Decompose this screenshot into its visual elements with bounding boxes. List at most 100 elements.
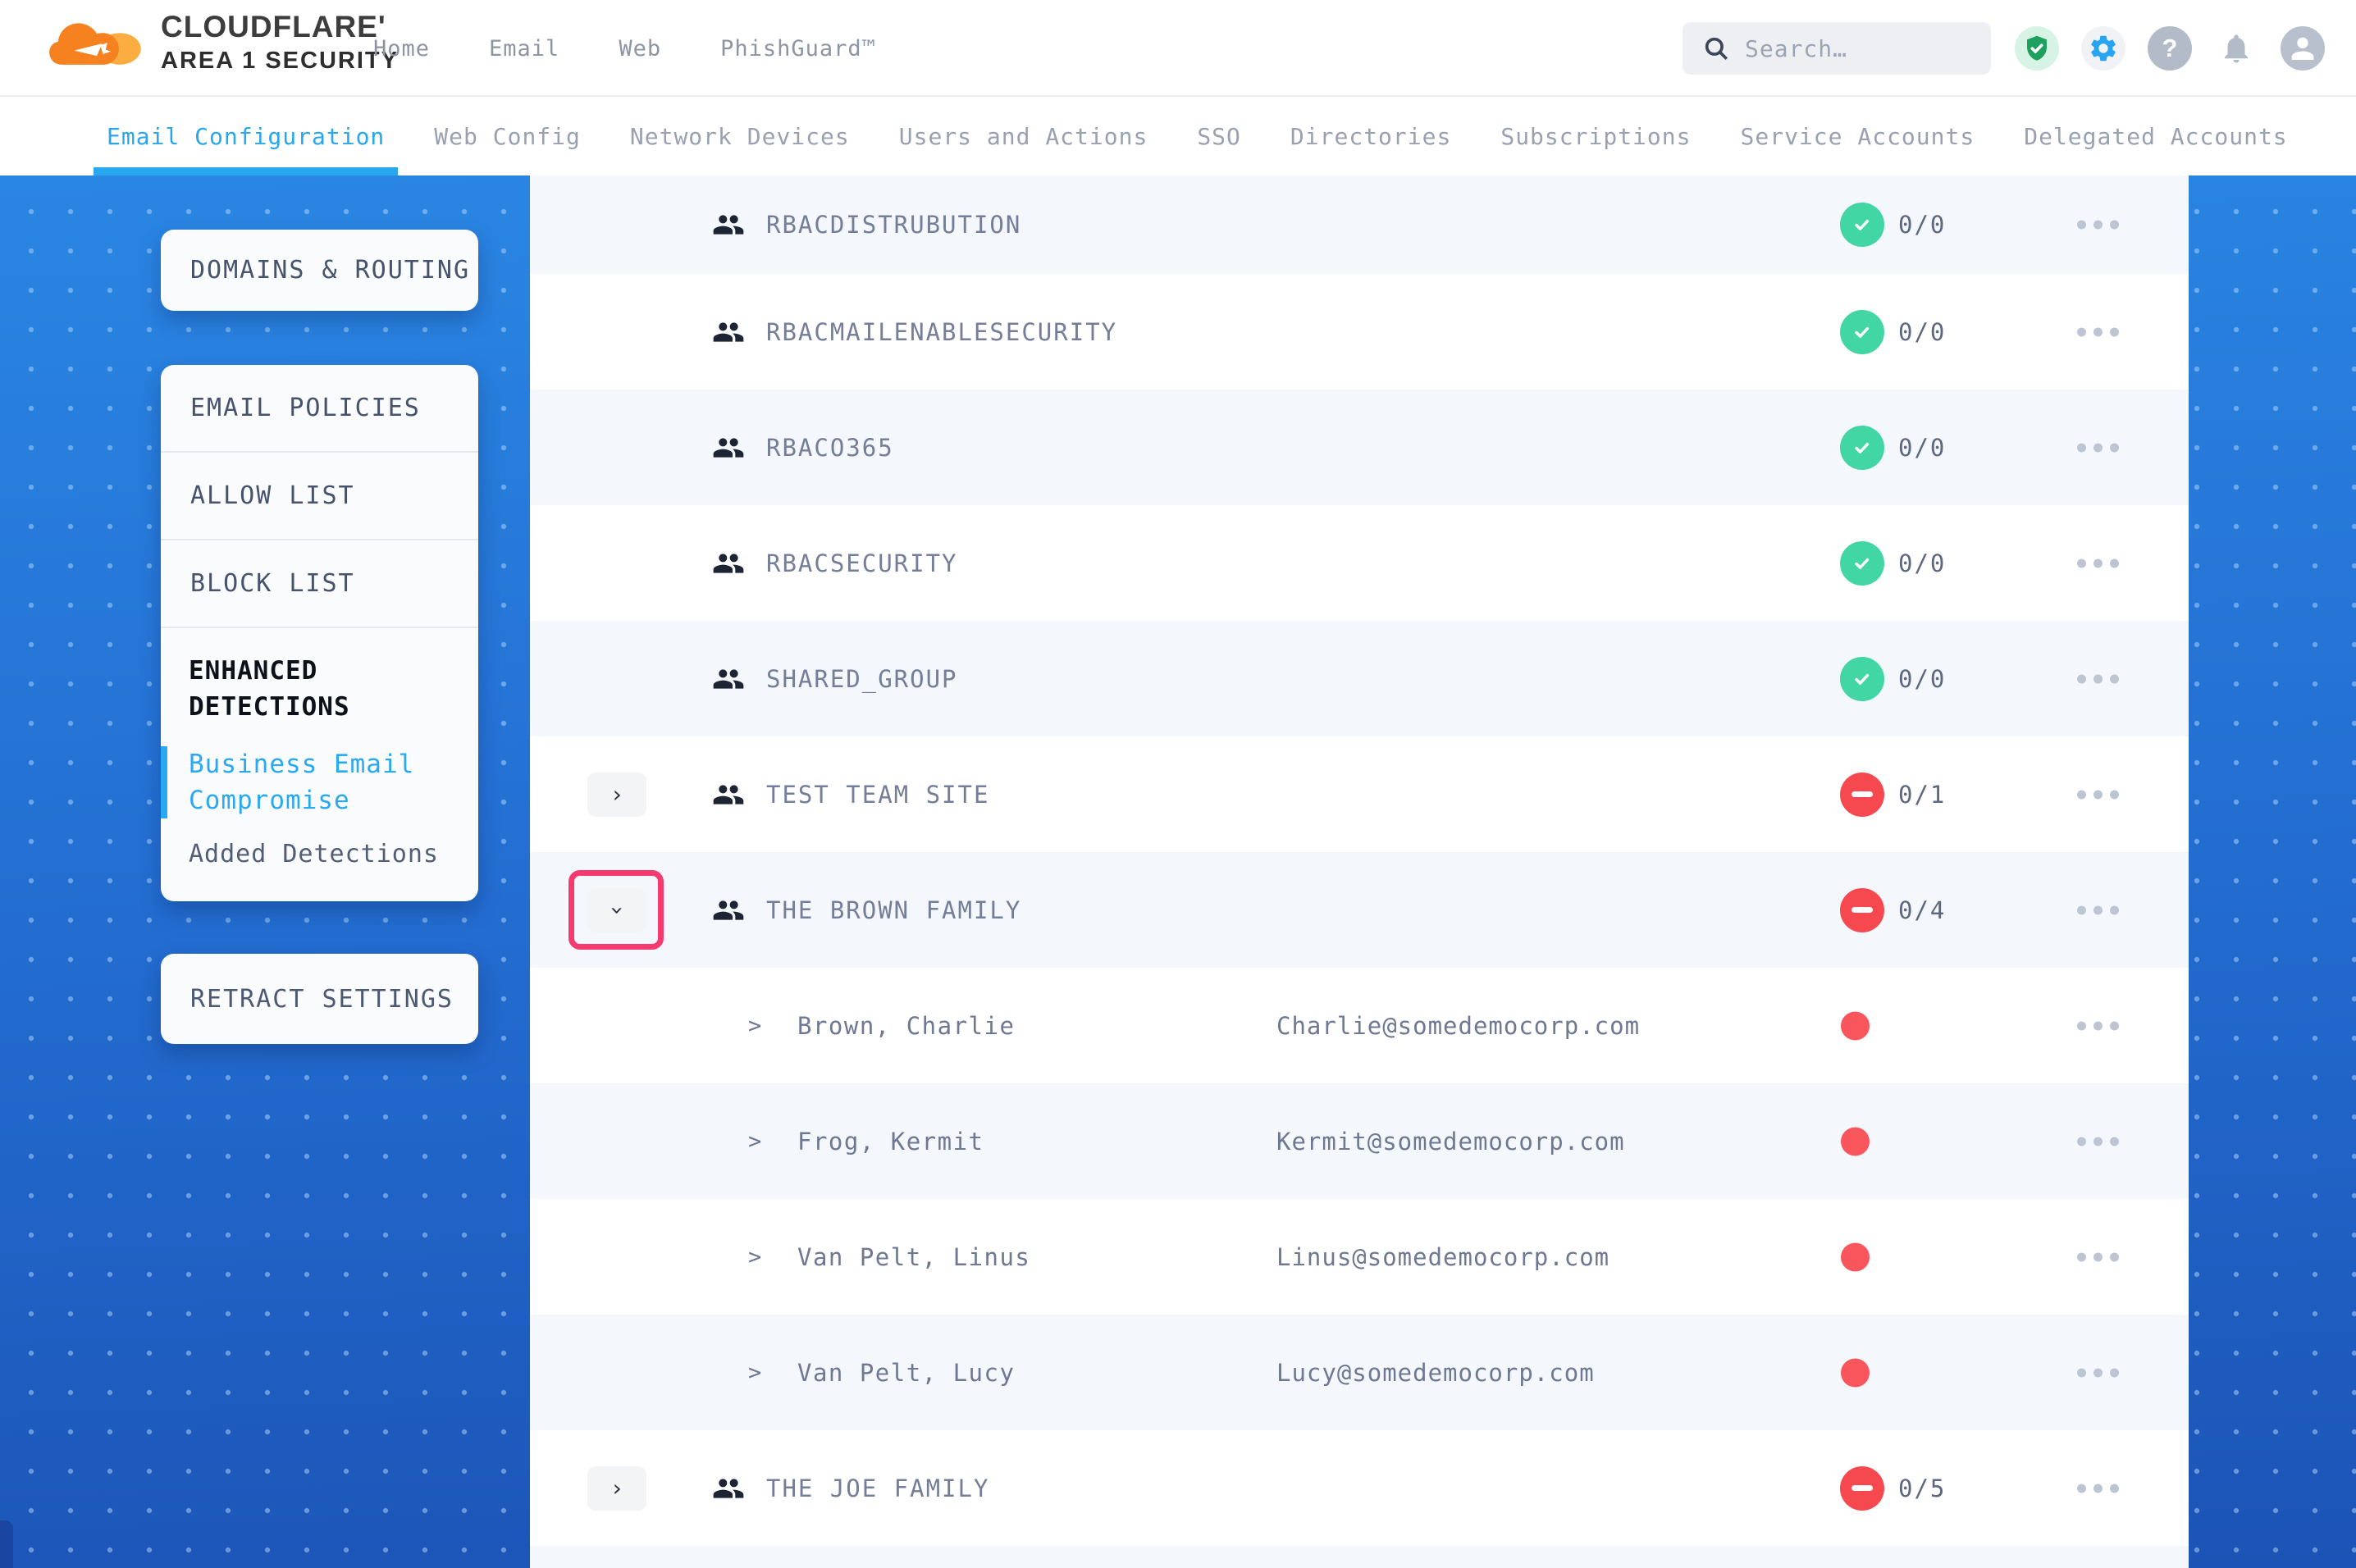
member-row: > Frog, Kermit Kermit@somedemocorp.com [530,1083,2189,1199]
sidebar-card-email-policies: EMAIL POLICIES ALLOW LIST BLOCK LIST ENH… [161,365,478,901]
sidebar-card-domains-routing[interactable]: DOMAINS & ROUTING [161,230,478,311]
status-flagged-dot [1841,1011,1870,1040]
status-flagged-dot [1841,1358,1870,1387]
row-actions-menu[interactable] [2077,1252,2119,1261]
row-actions-menu[interactable] [2077,1368,2119,1377]
group-name[interactable]: THE BROWN FAMILY [766,896,1021,924]
member-row: > Van Pelt, Linus Linus@somedemocorp.com [530,1199,2189,1315]
status-ok-badge [1840,426,1884,470]
group-name[interactable]: RBACSECURITY [766,549,958,577]
group-people-icon [710,894,747,927]
member-name[interactable]: Van Pelt, Lucy [797,1359,1015,1387]
tab-users-and-actions[interactable]: Users and Actions [899,97,1148,175]
group-name[interactable]: RBACDISTRUBUTION [766,211,1021,239]
top-nav: Home Email Web PhishGuard™ [373,0,876,97]
group-name[interactable]: THE JOE FAMILY [766,1475,989,1502]
chevron-right-icon: › [610,783,624,806]
domains-routing-label: DOMAINS & ROUTING [190,256,470,285]
row-actions-menu[interactable] [2077,221,2119,230]
sidebar-card-retract-settings[interactable]: RETRACT SETTINGS [161,954,478,1044]
minus-icon [1851,791,1873,797]
tab-sso[interactable]: SSO [1197,97,1241,175]
retract-settings-label: RETRACT SETTINGS [190,985,454,1014]
group-name[interactable]: RBACO365 [766,434,894,462]
sidebar-item-business-email-compromise[interactable]: Business Email Compromise [161,746,455,818]
expand-group-button[interactable]: › [587,773,646,817]
sidebar-item-block-list[interactable]: BLOCK LIST [161,540,478,628]
top-nav-item-home[interactable]: Home [373,36,430,62]
member-caret-icon[interactable]: > [748,1128,761,1154]
help-icon[interactable]: ? [2148,26,2192,71]
member-name[interactable]: Brown, Charlie [797,1012,1015,1040]
row-actions-menu[interactable] [2077,790,2119,799]
tab-subscriptions[interactable]: Subscriptions [1500,97,1691,175]
tab-web-config[interactable]: Web Config [434,97,581,175]
group-name[interactable]: SHARED_GROUP [766,665,958,693]
sidebar-item-added-detections[interactable]: Added Detections [189,840,455,868]
brand-name: CLOUDFLARE' [161,10,399,44]
member-caret-icon[interactable]: > [748,1360,761,1385]
bell-icon[interactable] [2214,26,2258,71]
row-actions-menu[interactable] [2077,1484,2119,1493]
group-row: › THE JOE FAMILY 0/5 [530,1430,2189,1546]
row-actions-menu[interactable] [2077,443,2119,452]
avatar-icon[interactable] [2281,26,2325,71]
sidebar-item-allow-list[interactable]: ALLOW LIST [161,453,478,540]
member-email: Linus@somedemocorp.com [1276,1243,1609,1271]
row-actions-menu[interactable] [2077,1137,2119,1146]
status-blocked-badge [1840,888,1884,932]
member-email: Kermit@somedemocorp.com [1276,1128,1625,1155]
shield-check-icon[interactable] [2015,26,2059,71]
groups-table: RBACDISTRUBUTION 0/0 RBACMAILENABLESECURIT… [530,175,2189,1568]
sidebar-item-email-policies[interactable]: EMAIL POLICIES [161,365,478,453]
group-people-icon [710,431,747,464]
row-actions-menu[interactable] [2077,327,2119,336]
member-name[interactable]: Van Pelt, Linus [797,1243,1030,1271]
member-count: 0/5 [1898,1475,1946,1502]
partial-row [530,1546,2189,1568]
row-actions-menu[interactable] [2077,674,2119,683]
search-input[interactable] [1745,35,1966,62]
group-row: RBACO3650/0 [530,390,2189,505]
member-count: 0/0 [1898,211,1946,239]
group-people-icon [710,316,747,349]
tab-directories[interactable]: Directories [1290,97,1451,175]
top-nav-item-web[interactable]: Web [619,36,661,62]
tab-email-configuration[interactable]: Email Configuration [107,97,385,175]
row-actions-menu[interactable] [2077,1021,2119,1030]
enhanced-detections-title: ENHANCED DETECTIONS [189,653,455,725]
enhanced-detections-section: ENHANCED DETECTIONS Business Email Compr… [161,628,478,868]
row-actions-menu[interactable] [2077,558,2119,567]
search-box[interactable] [1683,22,1991,75]
member-count: 0/0 [1898,665,1946,693]
group-row: RBACMAILENABLESECURITY0/0 [530,274,2189,390]
cloudflare-cloud-icon [48,11,144,74]
status-blocked-badge [1840,1466,1884,1511]
member-caret-icon[interactable]: > [748,1244,761,1269]
tab-service-accounts[interactable]: Service Accounts [1741,97,1975,175]
group-row: RBACSECURITY0/0 [530,505,2189,621]
row-actions-menu[interactable] [2077,905,2119,914]
minus-icon [1851,907,1873,913]
group-row: ›THE BROWN FAMILY0/4 [530,852,2189,968]
member-count: 0/4 [1898,896,1946,924]
member-row: >Van Pelt, LucyLucy@somedemocorp.com [530,1315,2189,1430]
top-nav-item-phishguard-[interactable]: PhishGuard™ [720,36,876,62]
group-people-icon [710,547,747,580]
status-ok-badge [1840,310,1884,354]
top-header: CLOUDFLARE' AREA 1 SECURITY Home Email Web… [0,0,2356,97]
member-caret-icon[interactable]: > [748,1013,761,1038]
group-name[interactable]: TEST TEAM SITE [766,781,989,809]
group-name[interactable]: RBACMAILENABLESECURITY [766,318,1117,346]
tab-delegated-accounts[interactable]: Delegated Accounts [2024,97,2287,175]
status-ok-badge [1840,541,1884,586]
brand-subtitle: AREA 1 SECURITY [161,48,399,75]
member-name[interactable]: Frog, Kermit [797,1128,984,1155]
expand-group-button[interactable]: › [587,1466,646,1511]
collapsed-side-tab[interactable] [0,1520,13,1568]
group-row: RBACDISTRUBUTION 0/0 [530,175,2189,274]
top-nav-item-email[interactable]: Email [489,36,559,62]
gear-icon[interactable] [2081,26,2125,71]
group-people-icon [710,1472,747,1505]
tab-network-devices[interactable]: Network Devices [630,97,850,175]
